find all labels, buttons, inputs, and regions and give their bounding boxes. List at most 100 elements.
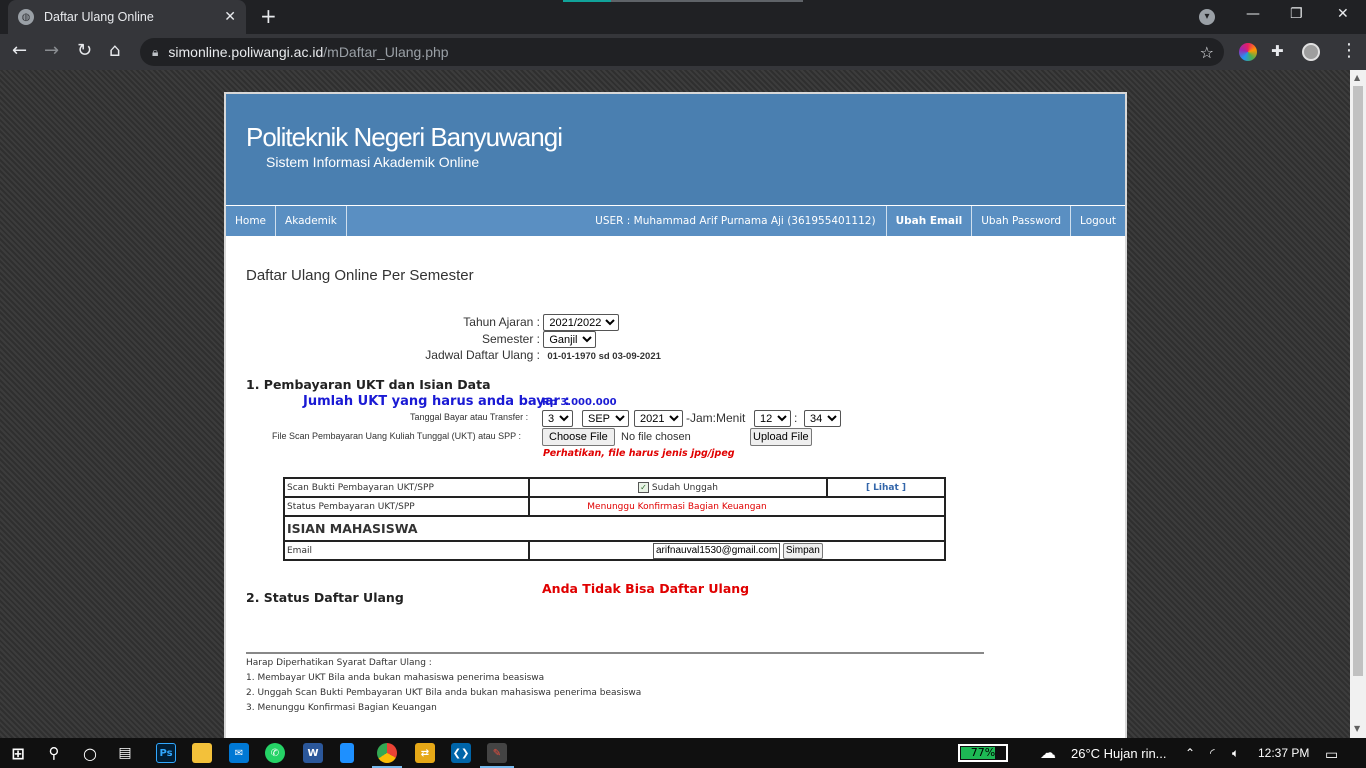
word-icon[interactable]: W — [303, 743, 323, 763]
profile-avatar[interactable] — [1302, 43, 1320, 61]
tahun-ajaran-select[interactable]: 2021/2022 — [543, 314, 620, 331]
table-row: Email Simpan — [283, 540, 946, 561]
ukt-amount: Rp 3.000.000 — [542, 397, 617, 408]
tab-title: Daftar Ulang Online — [44, 10, 154, 24]
checkmark-icon: ✓ — [637, 482, 649, 493]
phone-icon[interactable] — [340, 743, 354, 763]
notes-heading: Harap Diperhatikan Syarat Daftar Ulang : — [246, 658, 432, 668]
menu-home[interactable]: Home — [226, 206, 277, 236]
notification-icon[interactable]: ▭ — [1325, 746, 1338, 763]
hour-select[interactable]: 12 — [754, 410, 791, 427]
extension-color-icon[interactable] — [1239, 43, 1257, 61]
tahun-ajaran-row: Tahun Ajaran : 2021/2022 — [406, 314, 620, 331]
scroll-up-icon[interactable]: ▲ — [1354, 73, 1360, 82]
app-icon[interactable]: ⇄ — [415, 743, 435, 763]
file-explorer-icon[interactable] — [192, 743, 212, 763]
clock[interactable]: 12:37 PM — [1258, 746, 1309, 760]
browser-tab-bar: ◍ Daftar Ulang Online ✕ + ▾ — ❐ ✕ — [0, 0, 1366, 34]
upload-file-button[interactable]: Upload File — [750, 428, 812, 446]
site-name: Politeknik Negeri Banyuwangi — [246, 122, 563, 152]
reload-icon[interactable]: ↻ — [77, 41, 92, 61]
forward-icon[interactable]: → — [44, 41, 59, 61]
tab-strip-accent-2 — [611, 0, 803, 2]
extensions-puzzle-icon[interactable]: ✚ — [1271, 41, 1284, 61]
page-scrollbar[interactable]: ▲ ▼ — [1350, 70, 1366, 738]
task-view-icon[interactable]: ▤ — [115, 743, 135, 763]
scan-status-text: Sudah Unggah — [651, 483, 719, 493]
cloud-icon[interactable]: ☁ — [1040, 743, 1056, 763]
semester-row: Semester : Ganjil — [406, 331, 597, 348]
data-table: Scan Bukti Pembayaran UKT/SPP ✓ Sudah Un… — [283, 477, 946, 561]
minute-select[interactable]: 34 — [804, 410, 841, 427]
lock-icon[interactable]: 🔒︎ — [152, 45, 158, 60]
year-select[interactable]: 2021 — [634, 410, 683, 427]
note-item: 1. Membayar UKT Bila anda bukan mahasisw… — [246, 673, 545, 683]
page-viewport: Politeknik Negeri Banyuwangi Sistem Info… — [0, 70, 1350, 738]
volume-icon[interactable]: 🔈︎ — [1232, 746, 1239, 761]
new-tab-icon[interactable]: + — [260, 6, 277, 26]
tahun-ajaran-label: Tahun Ajaran : — [463, 314, 540, 329]
chrome-icon[interactable] — [377, 743, 397, 763]
wifi-icon[interactable]: ◜ — [1210, 746, 1215, 760]
jadwal-value: 01-01-1970 sd 03-09-2021 — [547, 351, 661, 362]
windows-start-icon[interactable]: ⊞ — [8, 743, 28, 763]
status-label-cell: Status Pembayaran UKT/SPP — [283, 496, 530, 517]
choose-file-button[interactable]: Choose File — [542, 428, 615, 446]
notes: Harap Diperhatikan Syarat Daftar Ulang :… — [246, 656, 641, 716]
daftar-ulang-status: Anda Tidak Bisa Daftar Ulang — [542, 581, 750, 596]
semester-select[interactable]: Ganjil — [543, 331, 597, 348]
battery-indicator[interactable]: 77% — [958, 744, 1008, 762]
vscode-icon[interactable]: ❮❯ — [451, 743, 471, 763]
status-value: Menunggu Konfirmasi Bagian Keuangan — [587, 501, 767, 512]
day-select[interactable]: 3 — [542, 410, 573, 427]
menu-ubah-password[interactable]: Ubah Password — [972, 206, 1072, 236]
whatsapp-icon[interactable]: ✆ — [265, 743, 285, 763]
main-menu: Home Akademik USER : Muhammad Arif Purna… — [226, 206, 1125, 236]
chevron-up-icon[interactable]: ⌃ — [1185, 746, 1195, 760]
note-item: 2. Unggah Scan Bukti Pembayaran UKT Bila… — [246, 688, 642, 698]
window-close-icon[interactable]: ✕ — [1337, 6, 1349, 22]
restore-icon[interactable]: ❐ — [1290, 6, 1303, 22]
page-title: Daftar Ulang Online Per Semester — [246, 267, 474, 284]
mail-icon[interactable]: ✉ — [229, 743, 249, 763]
globe-icon: ◍ — [18, 9, 34, 25]
close-tab-icon[interactable]: ✕ — [224, 9, 236, 25]
browser-menu-icon[interactable]: ⋮ — [1340, 41, 1358, 61]
menu-logout[interactable]: Logout — [1071, 206, 1125, 236]
email-field[interactable] — [653, 542, 780, 559]
section2-title: 2. Status Daftar Ulang — [246, 590, 404, 605]
month-select[interactable]: SEP — [582, 410, 629, 427]
section1-title: 1. Pembayaran UKT dan Isian Data — [246, 377, 491, 392]
status-value-cell: Menunggu Konfirmasi Bagian Keuangan — [528, 496, 946, 517]
scroll-down-icon[interactable]: ▼ — [1354, 724, 1360, 733]
cortana-icon[interactable]: ○ — [80, 743, 100, 763]
scrollbar-thumb[interactable] — [1353, 86, 1363, 676]
time-colon: : — [794, 411, 798, 425]
email-label-cell: Email — [283, 540, 530, 561]
battery-percent: 77% — [970, 746, 996, 759]
minimize-icon[interactable]: — — [1246, 6, 1260, 22]
file-type-warning: Perhatikan, file harus jenis jpg/jpeg — [543, 448, 735, 459]
table-row: Status Pembayaran UKT/SPP Menunggu Konfi… — [283, 496, 946, 517]
scan-label-cell: Scan Bukti Pembayaran UKT/SPP — [283, 477, 530, 498]
site-subtitle: Sistem Informasi Akademik Online — [266, 154, 480, 170]
user-info: USER : Muhammad Arif Purnama Aji (361955… — [585, 206, 887, 236]
simpan-button[interactable]: Simpan — [782, 542, 823, 559]
search-icon[interactable]: ⚲ — [44, 743, 64, 763]
tab-search-icon[interactable]: ▾ — [1199, 9, 1215, 25]
weather-text[interactable]: 26°C Hujan rin... — [1071, 746, 1167, 761]
site-header: Politeknik Negeri Banyuwangi Sistem Info… — [226, 94, 1125, 205]
jadwal-label: Jadwal Daftar Ulang : — [425, 348, 540, 362]
address-bar[interactable]: 🔒︎ simonline.poliwangi.ac.id/mDaftar_Ula… — [140, 38, 1224, 66]
photoshop-icon[interactable]: Ps — [156, 743, 176, 763]
lihat-link[interactable]: [ Lihat ] — [866, 483, 906, 493]
back-icon[interactable]: ← — [12, 41, 27, 61]
browser-toolbar: ← → ↻ ⌂ 🔒︎ simonline.poliwangi.ac.id/mDa… — [0, 34, 1366, 70]
menu-akademik[interactable]: Akademik — [276, 206, 347, 236]
tab-strip-accent — [563, 0, 611, 2]
browser-tab[interactable]: ◍ Daftar Ulang Online ✕ — [8, 0, 246, 34]
bookmark-star-icon[interactable]: ☆ — [1200, 43, 1214, 62]
app-icon-2[interactable]: ✎ — [487, 743, 507, 763]
menu-ubah-email[interactable]: Ubah Email — [887, 206, 973, 236]
home-icon[interactable]: ⌂ — [109, 41, 120, 61]
